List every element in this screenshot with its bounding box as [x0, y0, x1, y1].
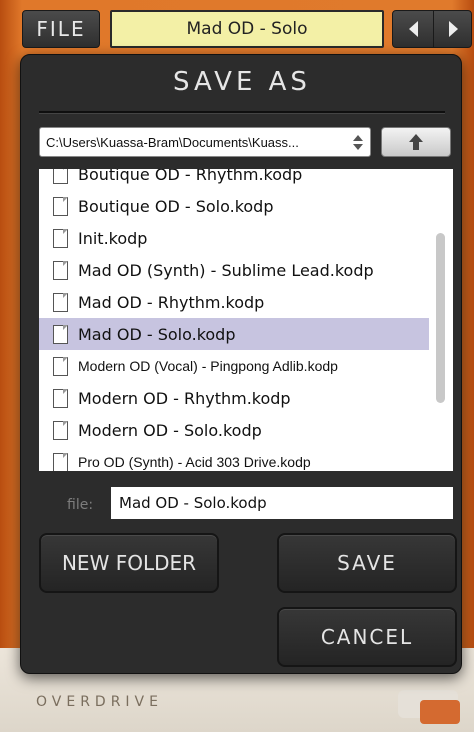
file-list-item[interactable]: Pro OD (Synth) - Acid 303 Drive.kodp: [39, 446, 429, 471]
save-as-dialog: SAVE AS C:\Users\Kuassa-Bram\Documents\K…: [20, 54, 462, 674]
file-name: Modern OD (Vocal) - Pingpong Adlib.kodp: [78, 358, 338, 374]
cancel-button[interactable]: CANCEL: [277, 607, 457, 667]
brand-text: OVERDRIVE: [36, 694, 163, 710]
previous-preset-button[interactable]: [393, 11, 434, 47]
document-icon: [53, 388, 68, 408]
preset-toolbar: FILE Mad OD - Solo: [0, 0, 474, 62]
document-icon: [53, 420, 68, 440]
document-icon: [53, 196, 68, 216]
document-icon: [53, 452, 68, 471]
arrow-up-icon: [409, 134, 423, 150]
file-list-item[interactable]: Modern OD - Rhythm.kodp: [39, 382, 429, 414]
dialog-title: SAVE AS: [173, 67, 311, 97]
scrollbar[interactable]: [429, 169, 453, 471]
file-list-item[interactable]: Mad OD - Solo.kodp: [39, 318, 429, 350]
file-list-item[interactable]: Mad OD - Rhythm.kodp: [39, 286, 429, 318]
save-button[interactable]: SAVE: [277, 533, 457, 593]
document-icon: [53, 292, 68, 312]
chevron-left-icon: [408, 21, 418, 37]
footer-accent: [420, 700, 460, 724]
title-divider: [39, 111, 445, 114]
file-list-item[interactable]: Boutique OD - Solo.kodp: [39, 190, 429, 222]
filename-field[interactable]: Mad OD - Solo.kodp: [111, 487, 453, 519]
file-name: Boutique OD - Rhythm.kodp: [78, 169, 303, 184]
file-name: Pro OD (Synth) - Acid 303 Drive.kodp: [78, 454, 311, 470]
new-folder-button[interactable]: NEW FOLDER: [39, 533, 219, 593]
preset-nav-group: [392, 10, 472, 48]
scrollbar-thumb[interactable]: [436, 233, 445, 403]
preset-name-display[interactable]: Mad OD - Solo: [110, 10, 384, 48]
sort-arrows-icon: [353, 133, 363, 151]
filename-label: file:: [67, 497, 94, 513]
file-name: Modern OD - Solo.kodp: [78, 420, 262, 440]
file-list-item[interactable]: Boutique OD - Rhythm.kodp: [39, 169, 429, 190]
chevron-right-icon: [448, 21, 458, 37]
parent-folder-button[interactable]: [381, 127, 451, 157]
document-icon: [53, 228, 68, 248]
document-icon: [53, 169, 68, 184]
file-list-item[interactable]: Modern OD (Vocal) - Pingpong Adlib.kodp: [39, 350, 429, 382]
file-name: Mad OD - Rhythm.kodp: [78, 292, 265, 312]
file-name: Init.kodp: [78, 228, 148, 248]
next-preset-button[interactable]: [433, 11, 473, 47]
path-dropdown[interactable]: C:\Users\Kuassa-Bram\Documents\Kuass...: [39, 127, 371, 157]
document-icon: [53, 356, 68, 376]
file-list[interactable]: Pro OD (Synth) - Acid 303 Drive.kodp Mode…: [39, 169, 453, 471]
file-name: Boutique OD - Solo.kodp: [78, 196, 274, 216]
file-name: Mad OD - Solo.kodp: [78, 324, 236, 344]
document-icon: [53, 324, 68, 344]
file-list-item[interactable]: Mad OD (Synth) - Sublime Lead.kodp: [39, 254, 429, 286]
path-text: C:\Users\Kuassa-Bram\Documents\Kuass...: [46, 134, 299, 150]
file-name: Modern OD - Rhythm.kodp: [78, 388, 291, 408]
file-list-item[interactable]: Init.kodp: [39, 222, 429, 254]
document-icon: [53, 260, 68, 280]
file-list-item[interactable]: Modern OD - Solo.kodp: [39, 414, 429, 446]
file-menu-button[interactable]: FILE: [22, 10, 100, 48]
file-name: Mad OD (Synth) - Sublime Lead.kodp: [78, 260, 374, 280]
